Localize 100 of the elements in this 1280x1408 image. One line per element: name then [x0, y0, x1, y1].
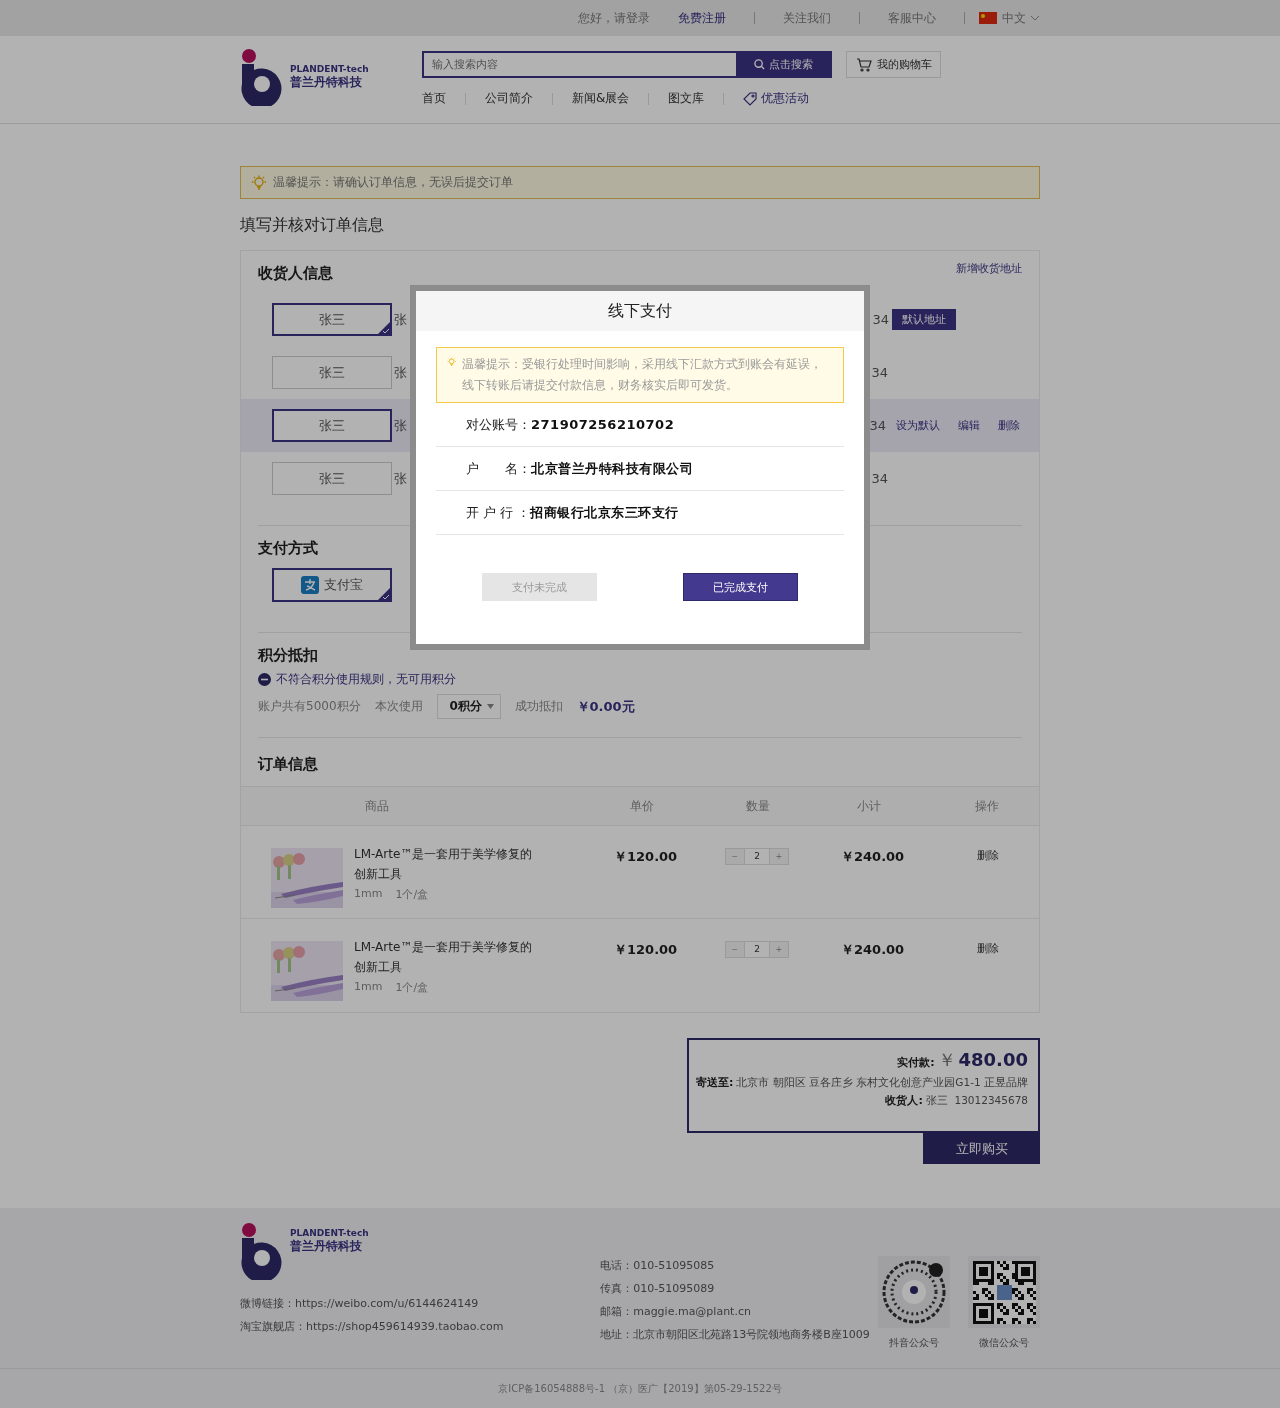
field-value: 招商银行北京东三环支行: [530, 503, 679, 522]
search-field[interactable]: 输入搜索内容 点击搜索: [422, 51, 832, 78]
footer-link[interactable]: 微博链接：https://weibo.com/u/6144624149: [240, 1292, 601, 1315]
address-text: 张: [394, 469, 407, 488]
address-text: 张: [394, 363, 407, 382]
address-action-link[interactable]: 设为默认: [896, 418, 940, 433]
field-label: 开 户 行 ：: [466, 503, 531, 522]
section-title: 积分抵扣: [258, 646, 319, 665]
points-total: 账户共有5000积分: [258, 698, 361, 715]
tag-icon: [743, 91, 758, 106]
top-link[interactable]: 客服中心: [874, 9, 950, 27]
top-link[interactable]: 关注我们: [769, 9, 845, 27]
logo-icon: [240, 1222, 284, 1280]
nav-link[interactable]: 优惠活动: [743, 90, 810, 107]
consignee-option[interactable]: 张三: [272, 303, 392, 336]
flag-icon: [979, 12, 997, 24]
paid-label: 实付款:: [897, 1055, 935, 1070]
deduct-value: ￥0.00元: [576, 697, 635, 716]
modal-title: 线下支付: [416, 291, 864, 331]
nav-link[interactable]: 新闻&展会: [572, 90, 630, 107]
unit-price: ￥120.00: [614, 941, 679, 959]
consignee-option[interactable]: 张三: [272, 462, 392, 495]
product-name: LM-Arte™是一套用于美学修复的创新工具: [354, 846, 534, 883]
footer-link[interactable]: 淘宝旗舰店：https://shop459614939.taobao.com: [240, 1315, 601, 1338]
ship-address: 北京市 朝阳区 豆各庄乡 东村文化创意产业园G1-1 正昱品牌: [736, 1076, 1028, 1090]
logo-text: 普兰丹特科技: [290, 73, 363, 91]
column-header: 数量: [745, 797, 771, 815]
logo-text: 普兰丹特科技: [290, 1237, 363, 1255]
language-selector[interactable]: 中文: [997, 9, 1030, 27]
field-value: 北京普兰丹特科技有限公司: [531, 459, 693, 478]
section-title: 订单信息: [258, 755, 319, 774]
column-header: 小计: [856, 797, 882, 815]
column-header: 商品: [364, 797, 390, 815]
contact-text: 地址：北京市朝阳区北苑路13号院领地商务楼B座1009: [600, 1327, 871, 1343]
alipay-icon: [301, 576, 319, 594]
column-header: 操作: [974, 797, 1000, 815]
consignee-option[interactable]: 张三: [272, 356, 392, 389]
column-header: 单价: [629, 797, 655, 815]
caret-icon: [486, 704, 494, 709]
subtotal: ￥240.00: [841, 941, 906, 959]
points-warning: 不符合积分使用规则，无可用积分: [276, 671, 456, 688]
default-badge: 默认地址: [892, 309, 956, 330]
qr-code: [881, 1259, 947, 1325]
logo-icon: [240, 48, 284, 106]
contact-text: 邮箱：maggie.ma@plant.cn: [600, 1304, 752, 1320]
product-pack: 1个/盒: [395, 980, 429, 995]
product-spec: 1mm: [354, 980, 383, 995]
nav-link[interactable]: 图文库: [668, 90, 705, 107]
deduct-label: 成功抵扣: [514, 698, 563, 715]
field-label: 对公账号：: [466, 415, 531, 434]
product-pack: 1个/盒: [395, 887, 429, 902]
address-text: 34: [872, 312, 889, 327]
address-text: 34: [871, 471, 888, 486]
address-action-link[interactable]: 编辑: [958, 418, 980, 433]
search-icon: [753, 59, 765, 70]
unit-price: ￥120.00: [614, 848, 679, 866]
consignee-option[interactable]: 张三: [272, 409, 392, 442]
minus-circle-icon: [258, 673, 271, 686]
points-use-label: 本次使用: [374, 698, 423, 715]
address-action-link[interactable]: 删除: [998, 418, 1020, 433]
lightbulb-icon: [251, 174, 267, 191]
points-select[interactable]: 0积分: [436, 694, 501, 719]
delete-link[interactable]: 删除: [977, 848, 999, 864]
modal-tip: 温馨提示：受银行处理时间影响，采用线下汇款方式到账会有延误，线下转账后请提交付款信息，财务核实后即可发货。: [462, 356, 824, 394]
qr-code: [972, 1260, 1036, 1324]
payment-option[interactable]: 支付宝: [272, 568, 392, 602]
product-name: LM-Arte™是一套用于美学修复的创新工具: [354, 939, 534, 976]
qr-label: 抖音公众号: [889, 1336, 939, 1350]
qr-label: 微信公众号: [979, 1336, 1029, 1350]
receiver-label: 收货人:: [885, 1093, 923, 1108]
address-text: 34: [871, 365, 888, 380]
confirm-button[interactable]: 已完成支付: [683, 573, 798, 601]
logo-text: PLANDENT-tech: [290, 1227, 369, 1238]
delete-link[interactable]: 删除: [977, 941, 999, 957]
address-text: 张: [394, 310, 407, 329]
section-title: 收货人信息: [258, 264, 333, 283]
copyright-text: 京ICP备16054888号-1 （京）医广【2019】第05-29-1522号: [498, 1381, 782, 1396]
subtotal: ￥240.00: [841, 848, 906, 866]
buy-button[interactable]: 立即购买: [923, 1133, 1040, 1164]
search-button[interactable]: 点击搜索: [736, 53, 830, 76]
contact-text: 电话：010-51095085: [600, 1258, 716, 1274]
register-link[interactable]: 免费注册: [664, 9, 740, 27]
logo-text: PLANDENT-tech: [290, 63, 369, 74]
chevron-down-icon: [1030, 15, 1040, 21]
add-address-link[interactable]: 新增收货地址: [956, 261, 1022, 276]
page-title: 填写并核对订单信息: [240, 215, 385, 236]
section-title: 支付方式: [258, 539, 319, 558]
nav-link[interactable]: 首页: [422, 90, 446, 107]
login-link[interactable]: 您好，请登录: [564, 9, 664, 27]
field-label: 户 名：: [466, 459, 531, 478]
receiver-text: 张三 13012345678: [925, 1094, 1028, 1108]
nav-link[interactable]: 公司简介: [485, 90, 533, 107]
product-spec: 1mm: [354, 887, 383, 902]
paid-amount: 480.00: [958, 1049, 1028, 1070]
ship-label: 寄送至:: [695, 1075, 734, 1090]
cart-button[interactable]: 我的购物车: [846, 51, 941, 78]
address-text: 34: [869, 418, 886, 433]
notice-text: 温馨提示：请确认订单信息，无误后提交订单: [273, 174, 513, 191]
contact-text: 传真：010-51095089: [600, 1281, 716, 1297]
field-value: 271907256210702: [531, 417, 675, 432]
